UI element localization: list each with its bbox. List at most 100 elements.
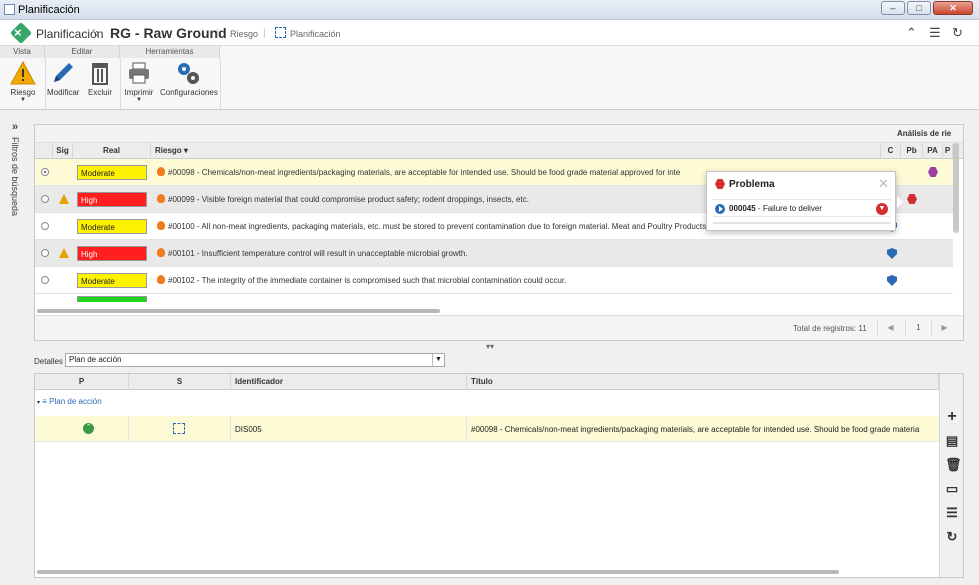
grid-footer: Total de registros: 11 ◀ 1 ▶ <box>35 315 963 340</box>
divider: | <box>216 28 219 39</box>
table-row[interactable]: Moderate #00102 - The integrity of the i… <box>35 267 953 294</box>
col-c[interactable]: C <box>881 143 901 159</box>
riesgo-button[interactable]: Riesgo ▼ <box>8 60 38 103</box>
next-page-button[interactable]: ▶ <box>931 320 957 336</box>
prev-page-button[interactable]: ◀ <box>877 320 903 336</box>
cell-identificador: DIS005 <box>231 416 467 442</box>
trash-icon[interactable]: 🗑 <box>945 458 962 472</box>
risk-level-badge: Moderate <box>77 219 147 234</box>
play-icon[interactable] <box>715 204 725 214</box>
control-shield-icon[interactable] <box>887 248 897 259</box>
row-radio[interactable] <box>41 195 49 203</box>
list-icon[interactable]: ☰ <box>945 506 959 520</box>
breadcrumb-riesgo[interactable]: Riesgo <box>230 29 258 39</box>
popover-item[interactable]: 000045 - Failure to deliver ▼ <box>713 199 891 217</box>
risk-level-badge: Moderate <box>77 273 147 288</box>
details-select-value: Plan de acción <box>69 355 122 364</box>
group-collapse-icon[interactable]: ▾ <box>37 400 40 406</box>
search-filters-sidebar[interactable]: » Filtros de búsqueda <box>8 119 28 574</box>
col-pb[interactable]: Pb <box>901 143 923 159</box>
table-row[interactable]: High #00101 - Insufficient temperature c… <box>35 240 953 267</box>
details-grid: P S Identificador Título ▾ ≡ Plan de acc… <box>34 373 964 578</box>
row-title: #00098 - Chemicals/non-meat ingredients/… <box>471 425 920 434</box>
panel-splitter[interactable]: ▾▾ <box>486 342 494 351</box>
popover-item-text: 000045 - Failure to deliver <box>729 204 822 213</box>
excluir-label: Excluir <box>87 88 112 97</box>
page-number: 1 <box>905 320 931 336</box>
popover-item-id: 000045 <box>729 204 756 213</box>
table-row-partial[interactable] <box>35 294 953 302</box>
row-radio[interactable] <box>41 222 49 230</box>
col-titulo[interactable]: Título <box>467 374 939 390</box>
row-radio[interactable] <box>41 168 49 176</box>
list-menu-icon[interactable]: ☰ <box>929 25 941 41</box>
details-select[interactable]: Plan de acción ▼ <box>65 353 445 367</box>
grid-header-group: Análisis de rie <box>35 125 963 143</box>
risk-level-badge <box>77 296 147 302</box>
risk-text: #00101 - Insufficient temperature contro… <box>157 248 877 258</box>
horizontal-scrollbar[interactable] <box>37 309 440 313</box>
details-label: Detalles <box>34 357 63 366</box>
add-icon[interactable]: + <box>945 409 959 425</box>
refresh-icon[interactable]: ↻ <box>945 530 959 544</box>
refresh-icon[interactable]: ↻ <box>952 25 963 41</box>
breadcrumb-app[interactable]: Planificación <box>36 27 103 41</box>
minimize-button[interactable]: – <box>881 1 905 15</box>
vertical-scrollbar[interactable] <box>953 143 959 233</box>
table-row[interactable]: ⌃ DIS005 #00098 - Chemicals/non-meat ing… <box>35 416 939 442</box>
col-riesgo[interactable]: Riesgo ▾ <box>151 143 881 159</box>
close-icon[interactable]: ✕ <box>878 176 889 192</box>
dropdown-caret-icon: ▼ <box>136 97 142 103</box>
trash-icon <box>87 60 113 86</box>
divider <box>713 222 891 224</box>
chevron-up-icon[interactable]: ⌃ <box>83 423 94 434</box>
row-radio[interactable] <box>41 249 49 257</box>
configuraciones-button[interactable]: Configuraciones <box>160 60 218 97</box>
risk-text-label: #00098 - Chemicals/non-meat ingredients/… <box>168 168 681 177</box>
popover-item-desc: - Failure to deliver <box>755 204 822 213</box>
col-s[interactable]: S <box>129 374 231 390</box>
chevron-down-icon[interactable]: ▼ <box>432 354 444 366</box>
excluir-button[interactable]: Excluir <box>86 60 114 97</box>
chevron-down-icon[interactable]: ▼ <box>876 203 888 215</box>
filters-label: Filtros de búsqueda <box>10 137 20 217</box>
fire-icon <box>157 167 165 176</box>
col-p[interactable]: P <box>943 143 953 159</box>
window-title: Planificación <box>18 4 80 16</box>
view-icon[interactable]: ▭ <box>945 482 959 496</box>
imprimir-button[interactable]: Imprimir ▼ <box>122 60 156 103</box>
close-button[interactable]: ✕ <box>933 1 973 15</box>
risk-text-label: #00102 - The integrity of the immediate … <box>168 276 567 285</box>
popover-arrow <box>897 196 903 208</box>
problem-popover: Problema ✕ 000045 - Failure to deliver ▼ <box>706 171 903 231</box>
control-shield-icon[interactable] <box>887 275 897 286</box>
breadcrumb-separator-icon: › <box>95 25 100 40</box>
add-document-icon[interactable]: ▤ <box>945 434 959 448</box>
details-toolbar: + ▤ 🗑 ▭ ☰ ↻ <box>939 374 963 577</box>
logo-glyph-icon: × <box>14 25 22 40</box>
expand-chevron-icon[interactable]: » <box>12 121 18 133</box>
group-row[interactable]: ▾ ≡ Plan de acción <box>37 397 102 406</box>
col-pa[interactable]: PA <box>923 143 943 159</box>
col-identificador[interactable]: Identificador <box>231 374 467 390</box>
modificar-button[interactable]: Modificar <box>47 60 79 97</box>
col-p[interactable]: P <box>35 374 129 390</box>
cell-titulo: #00098 - Chemicals/non-meat ingredients/… <box>467 416 939 442</box>
problem-icon[interactable] <box>907 194 917 204</box>
col-real[interactable]: Real <box>73 143 151 159</box>
warning-icon <box>59 248 69 258</box>
ribbon-group-vista: Vista <box>0 46 45 58</box>
col-riesgo-label: Riesgo <box>155 146 182 155</box>
analysis-header: Análisis de rie <box>897 129 952 138</box>
col-sig[interactable]: Sig <box>53 143 73 159</box>
row-radio[interactable] <box>41 276 49 284</box>
divider <box>45 58 46 110</box>
horizontal-scrollbar[interactable] <box>37 570 839 574</box>
breadcrumb-planificacion[interactable]: Planificación <box>290 29 341 39</box>
grid-column-header: Sig Real Riesgo ▾ C Pb PA P <box>35 143 963 159</box>
pa-status-icon[interactable] <box>928 167 938 177</box>
main-area: » Filtros de búsqueda Análisis de rie Si… <box>0 111 979 585</box>
maximize-button[interactable]: □ <box>907 1 931 15</box>
collapse-up-icon[interactable]: ⌃ <box>906 25 917 41</box>
window-icon <box>4 4 15 15</box>
